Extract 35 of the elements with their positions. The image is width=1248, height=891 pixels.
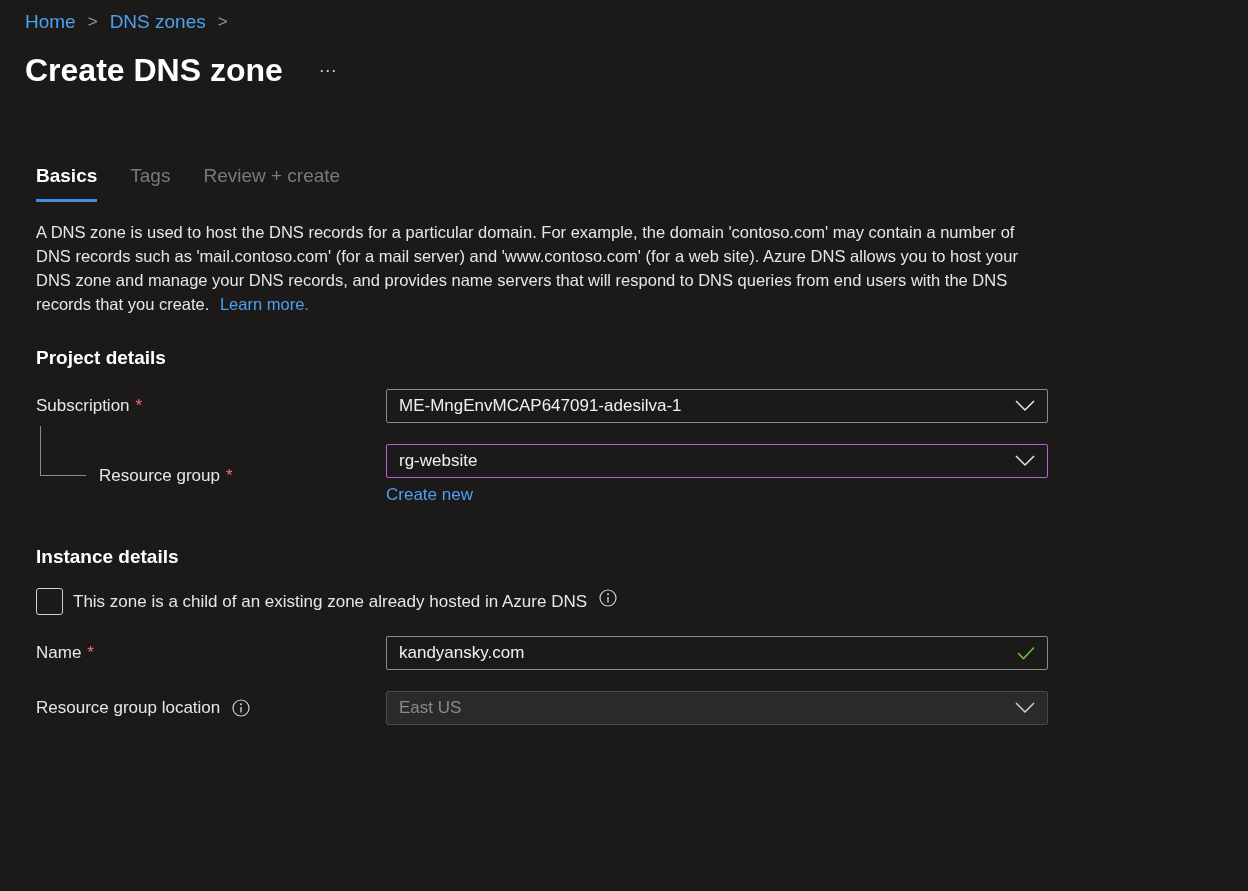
- chevron-down-icon: [1015, 701, 1035, 714]
- field-label: Resource group location: [36, 697, 221, 720]
- dropdown[interactable]: rg-website: [386, 443, 1048, 478]
- tree-connector: [40, 425, 86, 476]
- breadcrumb-separator: >: [217, 11, 228, 34]
- breadcrumb-link[interactable]: DNS zones: [109, 7, 206, 37]
- breadcrumb-separator: >: [87, 11, 98, 34]
- info-icon[interactable]: [599, 589, 618, 608]
- required-mark: *: [87, 642, 94, 665]
- tab[interactable]: Basics: [36, 162, 98, 202]
- dropdown-value: ME-MngEnvMCAP647091-adesilva-1: [399, 395, 682, 418]
- chevron-down-icon: [1015, 399, 1035, 412]
- checkbox-label: This zone is a child of an existing zone already hosted in Azure DNS: [73, 590, 588, 613]
- section-heading: Instance details: [36, 545, 180, 570]
- required-mark: *: [135, 395, 143, 418]
- dropdown-value: East US: [399, 697, 462, 720]
- learn-more-link[interactable]: Learn more.: [219, 295, 309, 314]
- dropdown[interactable]: ME-MngEnvMCAP647091-adesilva-1: [386, 388, 1048, 423]
- page-title: Create DNS zone: [25, 51, 283, 90]
- description-text: A DNS zone is used to host the DNS records for a particular domain. For example, the domain 'contoso.com' may contain a number of DNS records such as 'mail.contoso.com' (for a mail server) and 'www.contoso.com' (for a web site). Azure DNS allows you to host your DNS zone and manage your DNS records, and provides name servers that will respond to DNS queries from end users with the DNS records that you create. Learn more.: [36, 221, 1019, 316]
- tab[interactable]: Tags: [130, 162, 171, 202]
- more-button[interactable]: ···: [316, 56, 339, 84]
- input-field[interactable]: kandyansky.com: [386, 635, 1048, 670]
- field-label: Resource group: [99, 464, 220, 487]
- input-value: kandyansky.com: [399, 642, 525, 665]
- required-mark: *: [225, 464, 233, 487]
- breadcrumb-link[interactable]: Home: [25, 7, 76, 37]
- field-label: Subscription: [36, 395, 130, 418]
- tab[interactable]: Review + create: [203, 162, 341, 202]
- dropdown-value: rg-website: [399, 450, 478, 473]
- checkbox[interactable]: [36, 587, 63, 615]
- section-heading: Project details: [36, 346, 167, 371]
- create-new-link[interactable]: Create new: [386, 481, 473, 508]
- field-label: Name: [36, 642, 82, 665]
- chevron-down-icon: [1015, 454, 1035, 467]
